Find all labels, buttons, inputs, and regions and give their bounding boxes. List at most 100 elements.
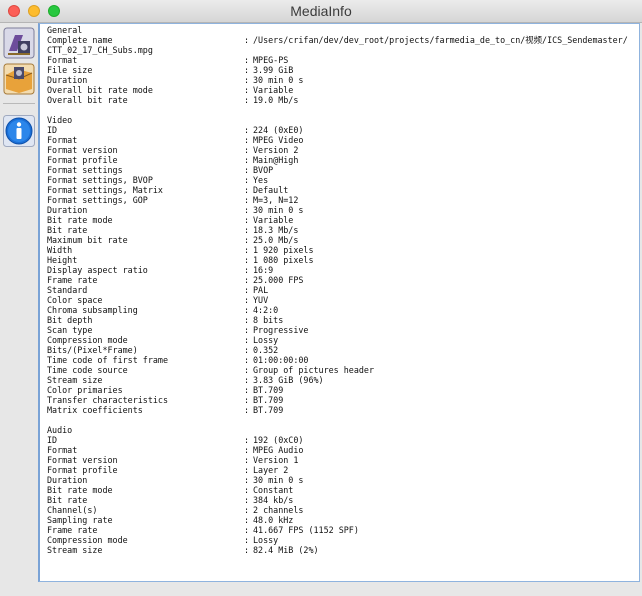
field-label: Duration	[47, 75, 88, 85]
field-value: YUV	[253, 295, 269, 305]
field-value: 30 min 0 s	[253, 475, 304, 485]
field-label: Compression mode	[47, 335, 128, 345]
report-row: Bits/(Pixel*Frame):0.352	[47, 345, 278, 355]
field-separator: :	[244, 355, 250, 365]
field-label: Frame rate	[47, 525, 98, 535]
report-row: Overall bit rate:19.0 Mb/s	[47, 95, 298, 105]
report-row: Format: MPEG-PS	[47, 55, 288, 65]
field-separator: :	[244, 295, 250, 305]
report-row: Width:1 920 pixels	[47, 245, 314, 255]
report-row: Sampling rate:48.0 kHz	[47, 515, 293, 525]
title-bar: MediaInfo	[0, 0, 642, 23]
field-value: 30 min 0 s	[253, 205, 304, 215]
sheet-view-button[interactable]	[3, 27, 35, 59]
field-separator: :	[244, 385, 250, 395]
field-label: Color space	[47, 295, 103, 305]
field-label: Maximum bit rate	[47, 235, 128, 245]
field-value: 3.83 GiB (96%)	[253, 375, 324, 385]
field-label: Format settings, BVOP	[47, 175, 153, 185]
field-separator: :	[244, 535, 250, 545]
field-value: PAL	[253, 285, 269, 295]
field-label: Stream size	[47, 375, 103, 385]
field-value: 4:2:0	[253, 305, 279, 315]
field-label: Format profile	[47, 465, 118, 475]
field-separator: :	[244, 455, 250, 465]
field-separator: :	[244, 275, 250, 285]
field-separator: :	[244, 265, 250, 275]
field-label: Format	[47, 135, 78, 145]
field-separator: :	[244, 155, 250, 165]
field-label: Display aspect ratio	[47, 265, 148, 275]
field-separator: :	[244, 205, 250, 215]
field-value: /Users/crifan/dev/dev_root/projects/farm…	[253, 35, 628, 45]
field-separator: :	[244, 475, 250, 485]
report-row: Display aspect ratio:16:9	[47, 265, 273, 275]
field-label: Bit rate mode	[47, 215, 113, 225]
section-header: Video	[47, 115, 73, 125]
report-row: Duration:30 min 0 s	[47, 475, 303, 485]
section-header: General	[47, 25, 83, 35]
field-value: Group of pictures header	[253, 365, 375, 375]
status-bar	[0, 582, 642, 596]
report-row: Format profile: Layer 2	[47, 465, 288, 475]
field-label: Format version	[47, 145, 118, 155]
field-value: 19.0 Mb/s	[253, 95, 299, 105]
field-value: Lossy	[253, 335, 279, 345]
field-separator: :	[244, 335, 250, 345]
report-row: Frame rate:25.000 FPS	[47, 275, 303, 285]
field-separator: :	[244, 215, 250, 225]
field-separator: :	[244, 525, 250, 535]
report-row: Format settings, Matrix: Default	[47, 185, 288, 195]
report-row: File size:3.99 GiB	[47, 65, 293, 75]
report-row: Bit rate:384 kb/s	[47, 495, 293, 505]
field-value: 192 (0xC0)	[253, 435, 304, 445]
field-value: Default	[253, 185, 289, 195]
field-value: 0.352	[253, 345, 279, 355]
field-label: Format settings, GOP	[47, 195, 148, 205]
field-label: Frame rate	[47, 275, 98, 285]
field-separator: :	[244, 465, 250, 475]
field-value: 25.000 FPS	[253, 275, 304, 285]
report-row: Maximum bit rate:25.0 Mb/s	[47, 235, 298, 245]
field-value: 41.667 FPS (1152 SPF)	[253, 525, 359, 535]
report-row: Transfer characteristics: BT.709	[47, 395, 283, 405]
field-label: Compression mode	[47, 535, 128, 545]
report-row: Format: MPEG Audio	[47, 445, 303, 455]
field-value: Constant	[253, 485, 294, 495]
about-button[interactable]	[3, 115, 35, 147]
report-row: Format version: Version 1	[47, 455, 298, 465]
field-separator: :	[244, 175, 250, 185]
field-separator: :	[244, 135, 250, 145]
field-separator: :	[244, 35, 250, 45]
field-value: Layer 2	[253, 465, 289, 475]
report-row: Chroma subsampling:4:2:0	[47, 305, 278, 315]
report-row: Complete name:/Users/crifan/dev/dev_root…	[47, 35, 628, 45]
report-text-area[interactable]: General Complete name:/Users/crifan/dev/d…	[38, 23, 640, 582]
report-row: Format version: Version 2	[47, 145, 298, 155]
field-separator: :	[244, 75, 250, 85]
field-value: Main@High	[253, 155, 299, 165]
field-label: Chroma subsampling	[47, 305, 138, 315]
field-label: ID	[47, 435, 58, 445]
field-separator: :	[244, 365, 250, 375]
report-row: Stream size:3.83 GiB (96%)	[47, 375, 324, 385]
field-value: 25.0 Mb/s	[253, 235, 299, 245]
field-separator: :	[244, 405, 250, 415]
field-separator: :	[244, 315, 250, 325]
field-value: Variable	[253, 85, 294, 95]
report-row: Format profile: Main@High	[47, 155, 298, 165]
export-button[interactable]	[3, 63, 35, 95]
report-row: Bit depth:8 bits	[47, 315, 283, 325]
field-label: Complete name	[47, 35, 113, 45]
field-value: 48.0 kHz	[253, 515, 294, 525]
field-value: 224 (0xE0)	[253, 125, 304, 135]
sidebar-toolbar	[0, 23, 38, 582]
field-separator: :	[244, 125, 250, 135]
field-value: 16:9	[253, 265, 274, 275]
report-row: Duration:30 min 0 s	[47, 205, 303, 215]
field-separator: :	[244, 245, 250, 255]
field-value: Variable	[253, 215, 294, 225]
report-row: Time code of first frame:01:00:00:00	[47, 355, 308, 365]
